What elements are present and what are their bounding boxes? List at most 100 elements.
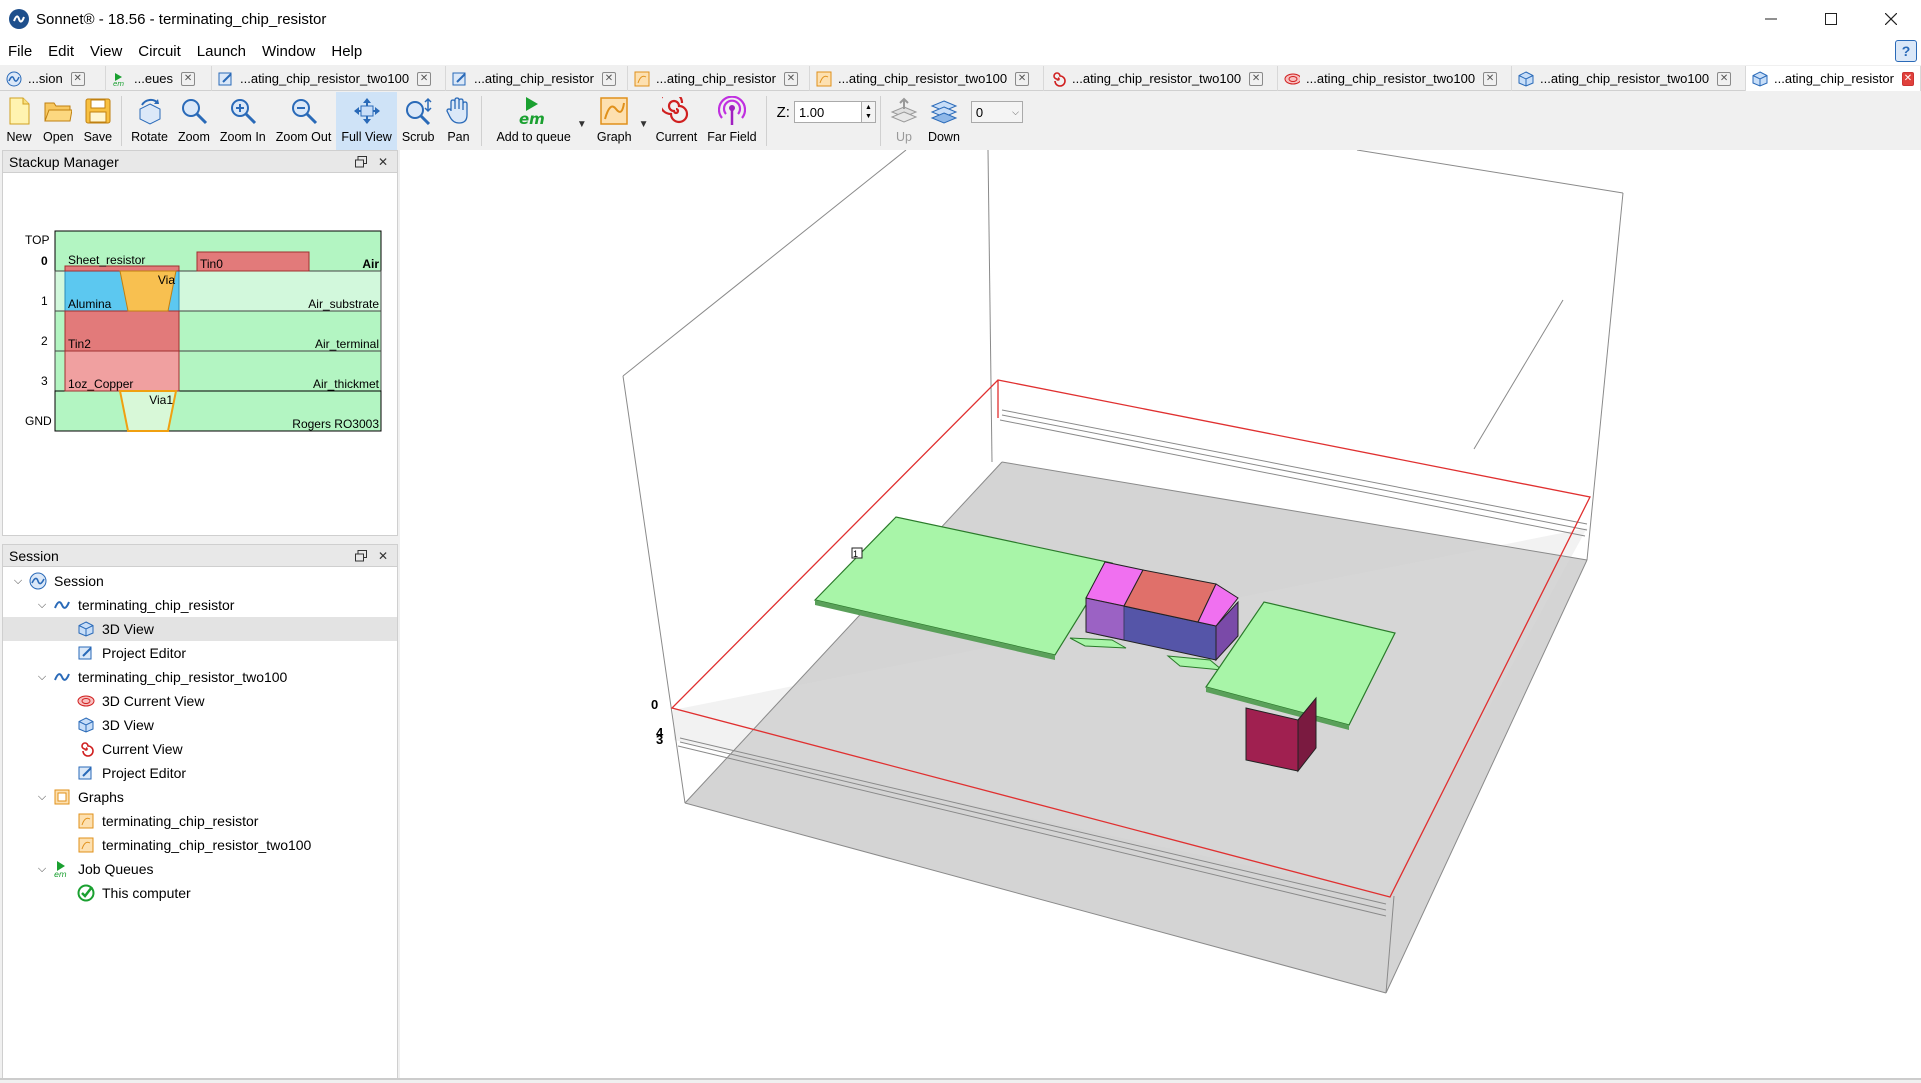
layer-down-icon	[930, 96, 958, 126]
menu-view[interactable]: View	[82, 43, 130, 60]
chevron-down-icon[interactable]: ⌵	[11, 575, 25, 588]
sonnet-app-icon	[9, 9, 29, 29]
chevron-down-icon[interactable]: ⌵	[35, 791, 49, 804]
spin-up-icon[interactable]: ▲	[865, 103, 872, 112]
graph-dropdown-icon[interactable]: ▼	[637, 92, 651, 150]
tree-item-this-computer[interactable]: This computer	[3, 881, 397, 905]
help-icon[interactable]: ?	[1895, 40, 1917, 62]
3d-view-icon	[77, 716, 95, 734]
chevron-down-icon[interactable]: ⌵	[35, 671, 49, 684]
3d-view-canvas[interactable]: 1 0 4 3	[400, 149, 1921, 1080]
hand-icon	[444, 96, 472, 126]
graph-button[interactable]: Graph	[589, 92, 637, 150]
close-tab-icon[interactable]: ✕	[417, 71, 432, 86]
project-editor-icon	[218, 71, 234, 87]
z-scale-input[interactable]: 1.00	[793, 101, 862, 123]
tree-item-project-editor[interactable]: Project Editor	[3, 641, 397, 665]
tab-label: ...ating_chip_resistor	[474, 71, 594, 86]
tree-item-current-view[interactable]: Current View	[3, 737, 397, 761]
air-thickmet-label: Air_thickmet	[313, 377, 380, 391]
float-panel-icon[interactable]	[353, 548, 369, 564]
close-tab-icon[interactable]: ✕	[70, 71, 85, 86]
tree-item-project-terminating-chip-resistor[interactable]: ⌵ terminating_chip_resistor	[3, 593, 397, 617]
menu-launch[interactable]: Launch	[189, 43, 254, 60]
project-icon	[53, 668, 71, 686]
scrub-button[interactable]: Scrub	[397, 92, 440, 150]
float-panel-icon[interactable]	[353, 154, 369, 170]
layer-select[interactable]: 0 ⌵	[970, 101, 1023, 123]
tree-item-3d-view[interactable]: 3D View	[3, 617, 397, 641]
tab-3d-current-view-two100[interactable]: ...ating_chip_resistor_two100 ✕	[1278, 66, 1512, 91]
open-button[interactable]: Open	[38, 92, 79, 150]
close-tab-icon[interactable]: ✕	[783, 71, 798, 86]
tab-graph-two100[interactable]: ...ating_chip_resistor_two100 ✕	[810, 66, 1044, 91]
chevron-down-icon: ⌵	[1012, 106, 1019, 117]
menu-edit[interactable]: Edit	[40, 43, 82, 60]
menu-help[interactable]: Help	[323, 43, 370, 60]
add-to-queue-dropdown-icon[interactable]: ▼	[575, 92, 589, 150]
maximize-button[interactable]	[1801, 0, 1861, 38]
tree-item-project-editor-two100[interactable]: Project Editor	[3, 761, 397, 785]
tab-project-editor[interactable]: ...ating_chip_resistor ✕	[446, 66, 628, 91]
tree-item-project-two100[interactable]: ⌵ terminating_chip_resistor_two100	[3, 665, 397, 689]
tree-item-3d-view-two100[interactable]: 3D View	[3, 713, 397, 737]
tree-label: terminating_chip_resistor_two100	[102, 837, 312, 853]
chevron-down-icon[interactable]: ⌵	[35, 599, 49, 612]
minimize-button[interactable]	[1741, 0, 1801, 38]
save-button[interactable]: Save	[79, 92, 118, 150]
tab-session[interactable]: ...sion ✕	[0, 66, 106, 91]
close-tab-icon[interactable]: ✕	[1483, 71, 1498, 86]
close-panel-icon[interactable]: ✕	[375, 548, 391, 564]
tab-current-view-two100[interactable]: ...ating_chip_resistor_two100 ✕	[1044, 66, 1278, 91]
close-tab-icon[interactable]: ✕	[1015, 71, 1030, 86]
close-tab-icon[interactable]: ✕	[601, 71, 616, 86]
air-label: Air	[362, 257, 379, 271]
tab-3d-view-active[interactable]: ...ating_chip_resistor ✕	[1746, 66, 1921, 91]
close-tab-icon[interactable]: ✕	[1901, 71, 1914, 86]
menu-circuit[interactable]: Circuit	[130, 43, 189, 60]
tree-item-job-queues[interactable]: ⌵ em Job Queues	[3, 857, 397, 881]
graph-icon	[77, 836, 95, 854]
current-button[interactable]: Current	[651, 92, 703, 150]
spin-down-icon[interactable]: ▼	[865, 112, 872, 121]
tree-label: Job Queues	[78, 861, 154, 877]
z-scale-spinner[interactable]: ▲ ▼	[861, 101, 876, 123]
tab-project-editor-two100[interactable]: ...ating_chip_resistor_two100 ✕	[212, 66, 446, 91]
close-tab-icon[interactable]: ✕	[1249, 71, 1264, 86]
close-tab-icon[interactable]: ✕	[1717, 71, 1732, 86]
tree-item-3d-current-view[interactable]: 3D Current View	[3, 689, 397, 713]
full-view-button[interactable]: Full View	[336, 92, 397, 150]
close-tab-icon[interactable]: ✕	[181, 71, 196, 86]
session-icon	[29, 572, 47, 590]
far-field-button[interactable]: Far Field	[702, 92, 761, 150]
tin2-label: Tin2	[68, 337, 91, 351]
3d-model-render[interactable]: 1 0 4 3	[400, 149, 1921, 1080]
tree-item-session[interactable]: ⌵ Session	[3, 569, 397, 593]
level-gnd-label: GND	[25, 414, 52, 428]
rotate-button[interactable]: Rotate	[126, 92, 173, 150]
new-button[interactable]: New	[0, 92, 38, 150]
add-to-queue-button[interactable]: em Add to queue	[486, 92, 574, 150]
tab-job-queues[interactable]: em ...eues ✕	[106, 66, 212, 91]
z-scale-control: Z: 1.00 ▲ ▼	[777, 92, 876, 132]
menu-window[interactable]: Window	[254, 43, 323, 60]
tree-item-graphs[interactable]: ⌵ Graphs	[3, 785, 397, 809]
zoom-out-button[interactable]: Zoom Out	[271, 92, 337, 150]
zoom-button[interactable]: Zoom	[173, 92, 215, 150]
layer-up-button[interactable]: Up	[885, 92, 923, 150]
layer-up-icon	[890, 96, 918, 126]
tree-label: Project Editor	[102, 645, 187, 661]
zoom-in-button[interactable]: Zoom In	[215, 92, 271, 150]
close-window-button[interactable]	[1861, 0, 1921, 38]
close-panel-icon[interactable]: ✕	[375, 154, 391, 170]
tree-item-graph-two100[interactable]: terminating_chip_resistor_two100	[3, 833, 397, 857]
menu-file[interactable]: File	[0, 43, 40, 60]
pan-button[interactable]: Pan	[439, 92, 477, 150]
layer-down-button[interactable]: Down	[923, 92, 965, 150]
tab-graph[interactable]: ...ating_chip_resistor ✕	[628, 66, 810, 91]
tab-3d-view-two100[interactable]: ...ating_chip_resistor_two100 ✕	[1512, 66, 1746, 91]
chevron-down-icon[interactable]: ⌵	[35, 863, 49, 876]
tree-label: 3D View	[102, 717, 154, 733]
tree-item-graph-terminating-chip-resistor[interactable]: terminating_chip_resistor	[3, 809, 397, 833]
zoom-out-icon	[290, 96, 318, 126]
